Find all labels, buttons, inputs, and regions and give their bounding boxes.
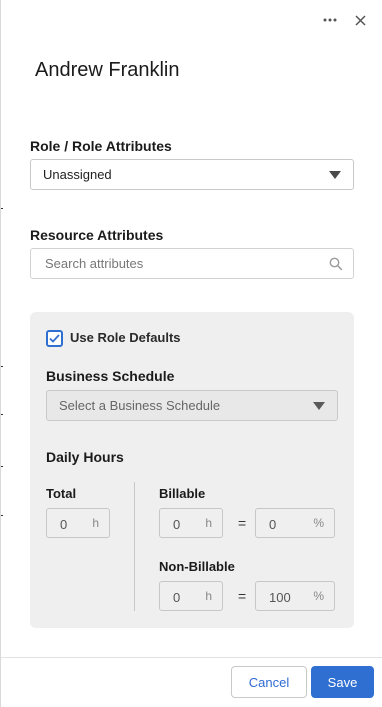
non-billable-percent-value: 100 [269,590,291,605]
column-divider [134,482,135,611]
non-billable-hours-input[interactable]: 0 h [159,581,223,611]
footer-divider [1,657,382,658]
total-hours-value: 0 [60,517,68,532]
edge-mark [1,515,3,516]
role-label: Role / Role Attributes [30,138,172,154]
search-icon [329,257,343,276]
total-hours-input[interactable]: 0 h [46,508,110,538]
close-icon[interactable] [352,10,368,30]
panel-toolbar [322,10,368,30]
percent-unit: % [313,516,324,530]
business-schedule-select[interactable]: Select a Business Schedule [46,390,338,421]
billable-percent-value: 0 [269,517,277,532]
business-schedule-placeholder: Select a Business Schedule [59,398,221,413]
edge-mark [1,414,3,415]
resource-attributes-label: Resource Attributes [30,227,164,243]
edge-mark [1,208,3,209]
save-button[interactable]: Save [311,666,374,698]
business-schedule-label: Business Schedule [46,368,175,384]
billable-percent-input[interactable]: 0 % [255,508,335,538]
role-select[interactable]: Unassigned [30,159,354,190]
hours-unit: h [205,516,212,530]
billable-hours-value: 0 [173,517,181,532]
billable-label: Billable [159,486,206,501]
edge-mark [1,466,3,467]
total-label: Total [46,486,77,501]
role-select-value: Unassigned [43,167,112,182]
person-name: Andrew Franklin [35,59,180,81]
use-role-defaults-label[interactable]: Use Role Defaults [70,330,181,345]
more-options-icon[interactable] [322,10,338,30]
cancel-button[interactable]: Cancel [231,666,307,698]
hours-unit: h [205,589,212,603]
search-input[interactable] [43,255,303,272]
hours-unit: h [92,516,99,530]
use-role-defaults-checkbox[interactable] [46,330,63,347]
equals-sign: = [238,588,247,604]
equals-sign: = [238,515,247,531]
daily-hours-label: Daily Hours [46,449,124,465]
checkmark-icon [49,334,60,343]
non-billable-hours-value: 0 [173,590,181,605]
edge-mark [1,366,3,367]
non-billable-percent-input[interactable]: 100 % [255,581,335,611]
caret-down-icon [329,171,341,179]
non-billable-label: Non-Billable [159,559,235,574]
percent-unit: % [313,589,324,603]
attribute-search[interactable] [30,248,354,279]
caret-down-icon [313,402,325,410]
billable-hours-input[interactable]: 0 h [159,508,223,538]
user-detail-panel: Andrew Franklin Role / Role Attributes U… [0,0,382,707]
